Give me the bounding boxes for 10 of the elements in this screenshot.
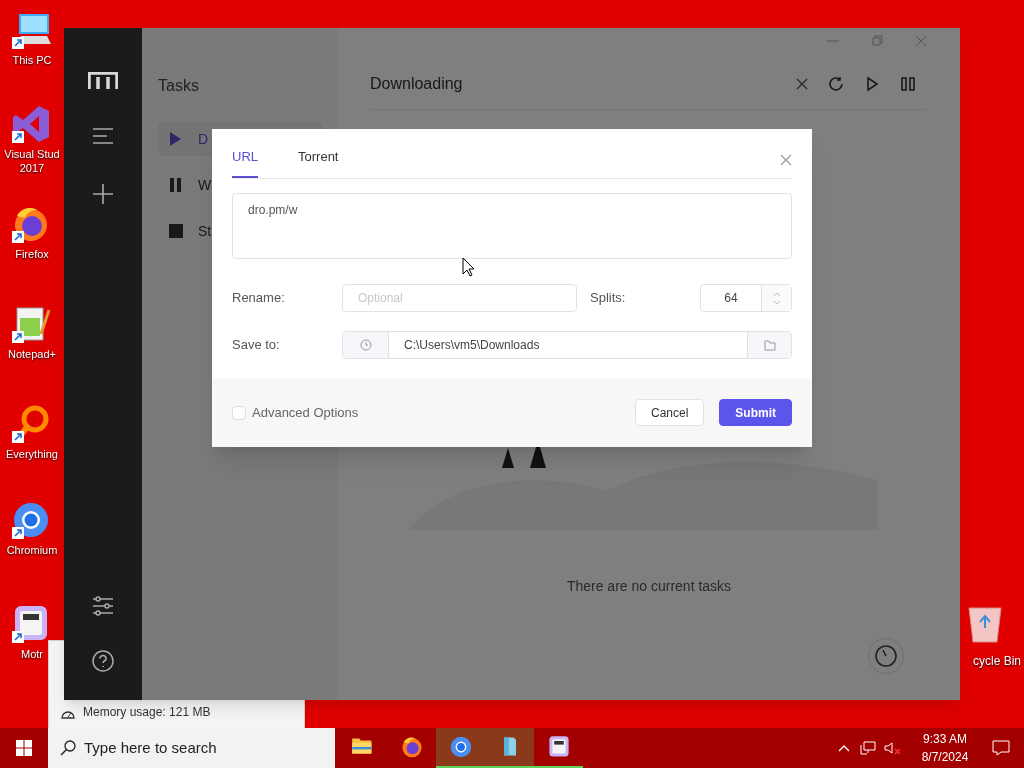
clock-date: 8/7/2024 — [921, 749, 969, 766]
clock-time: 9:33 AM — [923, 731, 967, 748]
field-label: Rename: — [232, 289, 286, 308]
search-placeholder: Type here to search — [84, 737, 217, 758]
field-label: Splits: — [590, 289, 627, 308]
panel-title: Tasks — [158, 76, 200, 96]
field-label: Save to: — [232, 336, 281, 355]
memory-usage-text: Memory usage: 121 MB — [83, 704, 211, 721]
page-title: Downloading — [370, 73, 464, 94]
empty-message: There are no current tasks — [565, 577, 733, 596]
